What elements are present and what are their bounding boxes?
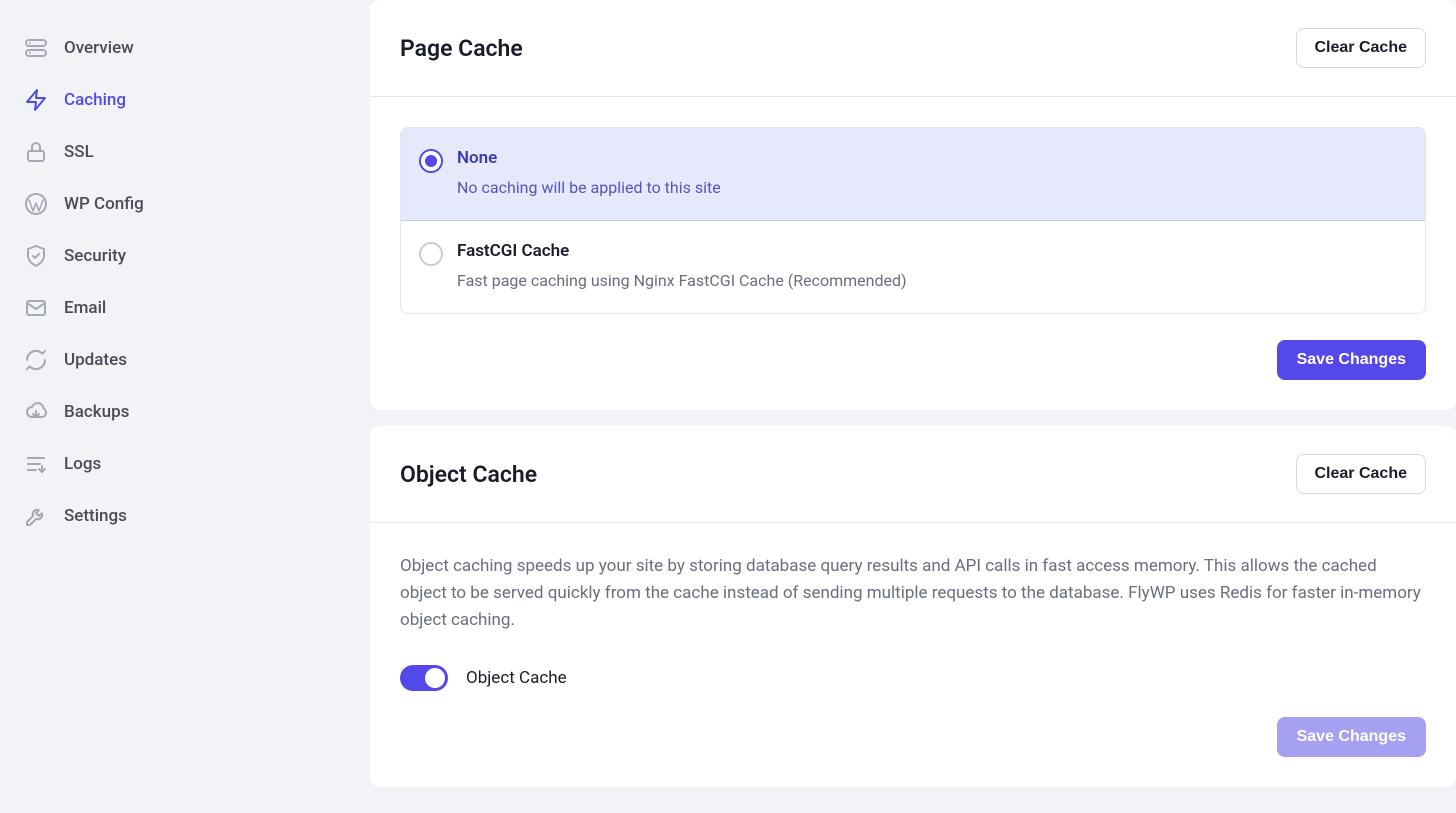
save-object-cache-button[interactable]: Save Changes xyxy=(1277,717,1426,757)
object-cache-toggle-label: Object Cache xyxy=(466,668,567,688)
sidebar-item-label: Settings xyxy=(64,506,127,526)
page-cache-actions: Save Changes xyxy=(400,314,1426,380)
sidebar-item-label: Overview xyxy=(64,38,134,58)
sidebar-item-email[interactable]: Email xyxy=(0,282,370,334)
object-cache-toggle[interactable] xyxy=(400,665,448,691)
sidebar-item-label: SSL xyxy=(64,142,94,162)
page-cache-card: Page Cache Clear Cache None No caching w… xyxy=(370,0,1456,410)
page-cache-header: Page Cache Clear Cache xyxy=(370,0,1456,97)
sidebar: Overview Caching SSL WP Config Security … xyxy=(0,0,370,803)
radio-icon xyxy=(419,242,443,266)
option-desc: Fast page caching using Nginx FastCGI Ca… xyxy=(457,269,907,293)
sidebar-item-settings[interactable]: Settings xyxy=(0,490,370,542)
object-cache-card: Object Cache Clear Cache Object caching … xyxy=(370,426,1456,787)
sidebar-item-logs[interactable]: Logs xyxy=(0,438,370,490)
save-page-cache-button[interactable]: Save Changes xyxy=(1277,340,1426,380)
toggle-knob xyxy=(425,668,445,688)
tools-icon xyxy=(24,504,48,528)
page-cache-options: None No caching will be applied to this … xyxy=(400,127,1426,314)
sidebar-item-label: WP Config xyxy=(64,194,144,214)
option-title: FastCGI Cache xyxy=(457,241,907,261)
page-cache-option-fastcgi[interactable]: FastCGI Cache Fast page caching using Ng… xyxy=(401,221,1425,313)
mail-icon xyxy=(24,296,48,320)
sidebar-item-label: Caching xyxy=(64,90,126,110)
cloud-download-icon xyxy=(24,400,48,424)
lock-icon xyxy=(24,140,48,164)
wordpress-icon xyxy=(24,192,48,216)
page-cache-option-none[interactable]: None No caching will be applied to this … xyxy=(401,128,1425,221)
page-cache-body: None No caching will be applied to this … xyxy=(370,97,1456,410)
object-cache-title: Object Cache xyxy=(400,461,537,488)
server-icon xyxy=(24,36,48,60)
sidebar-item-label: Logs xyxy=(64,454,101,474)
refresh-icon xyxy=(24,348,48,372)
radio-icon xyxy=(419,149,443,173)
object-cache-toggle-row: Object Cache xyxy=(400,665,1426,691)
option-desc: No caching will be applied to this site xyxy=(457,176,721,200)
page-cache-title: Page Cache xyxy=(400,35,523,62)
object-cache-actions: Save Changes xyxy=(400,691,1426,757)
shield-icon xyxy=(24,244,48,268)
sidebar-item-label: Email xyxy=(64,298,106,318)
object-cache-body: Object caching speeds up your site by st… xyxy=(370,523,1456,787)
sidebar-item-label: Updates xyxy=(64,350,127,370)
option-title: None xyxy=(457,148,721,168)
object-cache-header: Object Cache Clear Cache xyxy=(370,426,1456,523)
sidebar-item-updates[interactable]: Updates xyxy=(0,334,370,386)
sidebar-item-ssl[interactable]: SSL xyxy=(0,126,370,178)
sidebar-item-label: Backups xyxy=(64,402,129,422)
sidebar-item-backups[interactable]: Backups xyxy=(0,386,370,438)
main-content: Page Cache Clear Cache None No caching w… xyxy=(370,0,1456,803)
list-icon xyxy=(24,452,48,476)
clear-object-cache-button[interactable]: Clear Cache xyxy=(1296,454,1427,494)
sidebar-item-wp-config[interactable]: WP Config xyxy=(0,178,370,230)
sidebar-item-label: Security xyxy=(64,246,126,266)
object-cache-description: Object caching speeds up your site by st… xyxy=(400,553,1426,635)
sidebar-item-caching[interactable]: Caching xyxy=(0,74,370,126)
clear-page-cache-button[interactable]: Clear Cache xyxy=(1296,28,1427,68)
sidebar-item-overview[interactable]: Overview xyxy=(0,22,370,74)
bolt-icon xyxy=(24,88,48,112)
sidebar-item-security[interactable]: Security xyxy=(0,230,370,282)
